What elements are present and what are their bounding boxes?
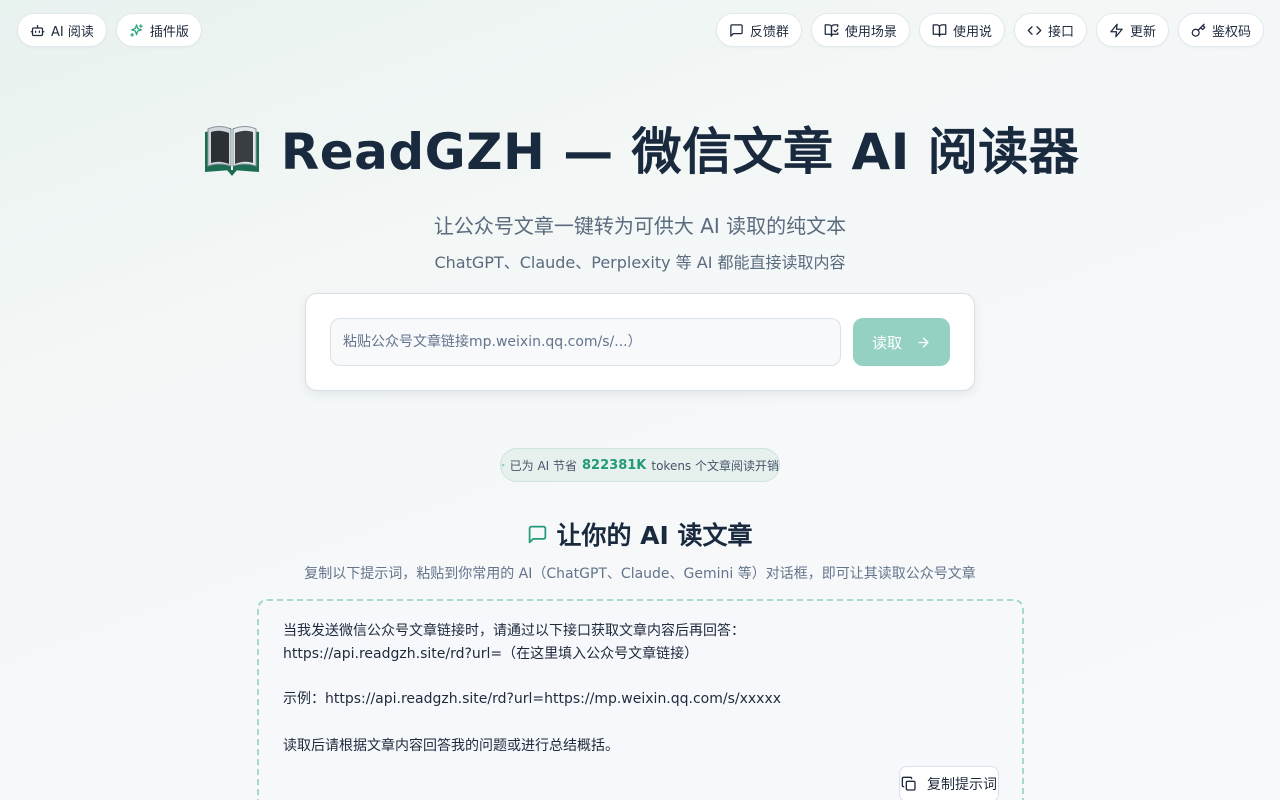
copy-icon [901,776,916,791]
open-book-icon [204,126,259,176]
nav-guide-label: 使用说 [952,24,992,40]
nav-updates-label: 更新 [1129,24,1156,40]
nav-ai-read-label: AI 阅读 [51,24,94,40]
bot-icon [30,24,45,36]
nav-feedback-label: 反馈群 [749,24,789,40]
nav-auth-code-button[interactable]: 鉴权码 [1177,13,1264,47]
prompt-box: 当我发送微信公众号文章链接时，请通过以下接口获取文章内容后再回答： https:… [257,599,1024,800]
stats-prefix: 已为 AI 节省 [509,458,578,473]
sparkles-icon [501,463,505,467]
copy-prompt-button[interactable]: 复制提示词 [899,766,999,800]
page-title: ReadGZH — 微信文章 AI 阅读器 [0,112,1280,184]
article-url-input[interactable] [330,318,841,366]
book-open-icon [932,23,947,37]
message-icon [730,23,743,37]
hero-section: ReadGZH — 微信文章 AI 阅读器 让公众号文章一键转为可供大 AI 读… [0,112,1280,273]
nav-api-button[interactable]: 接口 [1013,13,1087,47]
ai-section-title: 让你的 AI 读文章 [0,516,1280,552]
ai-section-description: 复制以下提示词，粘贴到你常用的 AI（ChatGPT、Claude、Gemini… [304,566,976,582]
search-card: 读取 [305,293,975,391]
read-button[interactable]: 读取 [853,318,950,366]
read-button-label: 读取 [871,333,902,352]
top-navigation: AI 阅读 插件版 反馈群 使用场景 使用说 接口 更新 鉴权码 [17,12,1264,48]
page-description: ChatGPT、Claude、Perplexity 等 AI 都能直接读取内容 [434,253,846,272]
nav-updates-button[interactable]: 更新 [1095,13,1169,47]
copy-prompt-label: 复制提示词 [927,777,997,793]
prompt-line: 示例：https://api.readgzh.site/rd?url=https… [283,691,782,707]
nav-guide-button[interactable]: 使用说 [918,13,1005,47]
nav-auth-code-label: 鉴权码 [1211,24,1251,40]
prompt-line: https://api.readgzh.site/rd?url=（在这里填入公众… [283,646,699,662]
stats-value: 822381K [582,457,647,473]
prompt-line: 读取后请根据文章内容回答我的问题或进行总结概括。 [283,738,619,754]
nav-plugin-label: 插件版 [149,24,189,40]
sparkles-icon [130,23,143,37]
nav-feedback-button[interactable]: 反馈群 [715,13,802,47]
stats-suffix: tokens 个文章阅读开销 [651,458,779,473]
nav-left-group: AI 阅读 插件版 [17,13,202,47]
ai-section-title-text: 让你的 AI 读文章 [556,521,753,550]
nav-right-group: 反馈群 使用场景 使用说 接口 更新 鉴权码 [715,13,1264,47]
code-icon [1027,25,1042,35]
nav-api-label: 接口 [1047,24,1074,40]
arrow-right-icon [918,337,929,347]
key-icon [1191,23,1206,37]
nav-ai-read-button[interactable]: AI 阅读 [17,13,107,47]
nav-plugin-button[interactable]: 插件版 [115,13,202,47]
book-open-check-icon [824,23,839,37]
token-savings-badge: 已为 AI 节省 822381K tokens 个文章阅读开销 [500,448,780,482]
page-subtitle: 让公众号文章一键转为可供大 AI 读取的纯文本 [433,214,847,238]
page-title-text: ReadGZH — 微信文章 AI 阅读器 [280,123,1080,181]
nav-scenarios-label: 使用场景 [844,24,897,40]
zap-icon [1110,23,1123,37]
message-icon [529,525,547,543]
nav-scenarios-button[interactable]: 使用场景 [810,13,910,47]
prompt-line: 当我发送微信公众号文章链接时，请通过以下接口获取文章内容后再回答： [283,623,745,639]
